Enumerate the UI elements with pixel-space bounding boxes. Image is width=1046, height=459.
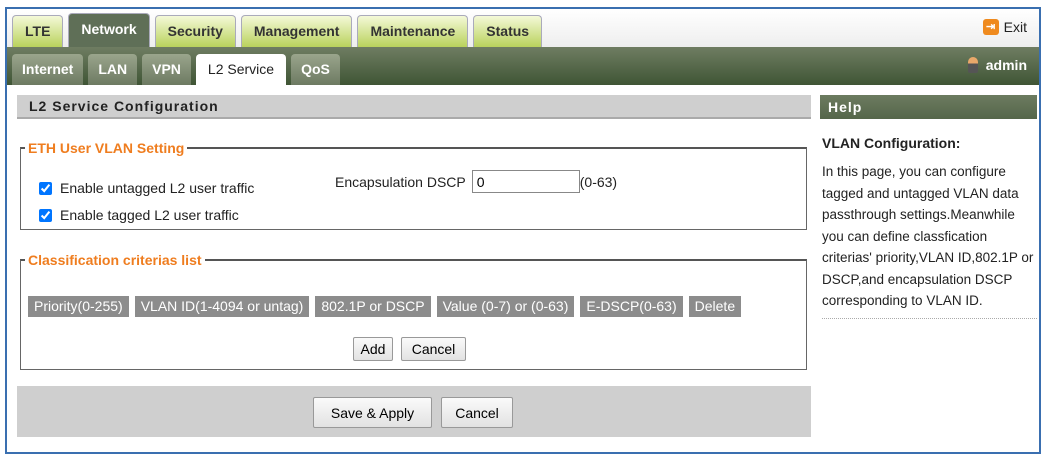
subtab-lan[interactable]: LAN <box>88 54 138 85</box>
dscp-range: (0-63) <box>579 173 618 190</box>
criteria-legend: Classification criterias list <box>28 252 202 268</box>
user-indicator: admin <box>967 57 1027 73</box>
eth-vlan-fieldset: ETH User VLAN Setting Enable untagged L2… <box>20 140 807 230</box>
sub-nav-bar: Internet LAN VPN L2 Service QoS admin <box>7 47 1039 85</box>
tab-status[interactable]: Status <box>473 15 543 47</box>
subtab-l2-service[interactable]: L2 Service <box>195 54 287 85</box>
tab-security[interactable]: Security <box>154 15 236 47</box>
exit-link[interactable]: ⇥ Exit <box>982 19 1027 35</box>
router-admin-page: LTE Network Security Management Maintena… <box>5 7 1041 454</box>
col-value: Value (0-7) or (0-63) <box>436 296 575 317</box>
dscp-label: Encapsulation DSCP <box>335 173 466 190</box>
subtab-qos[interactable]: QoS <box>291 54 340 85</box>
untagged-option[interactable]: Enable untagged L2 user traffic <box>39 180 254 196</box>
eth-vlan-legend: ETH User VLAN Setting <box>28 140 185 156</box>
subtab-vpn[interactable]: VPN <box>142 54 191 85</box>
main-tabs: LTE Network Security Management Maintena… <box>12 13 543 47</box>
help-panel: Help VLAN Configuration: In this page, y… <box>820 95 1037 319</box>
subtab-internet[interactable]: Internet <box>12 54 84 85</box>
criteria-fieldset: Classification criterias list Priority(0… <box>20 252 807 370</box>
tagged-option[interactable]: Enable tagged L2 user traffic <box>39 207 239 223</box>
exit-label: Exit <box>1003 19 1027 35</box>
tab-management[interactable]: Management <box>240 15 353 47</box>
help-title: Help <box>820 95 1037 119</box>
cancel-button[interactable]: Cancel <box>441 397 513 428</box>
untagged-label: Enable untagged L2 user traffic <box>60 180 255 196</box>
criteria-cancel-button[interactable]: Cancel <box>401 337 466 361</box>
exit-icon: ⇥ <box>982 19 999 35</box>
page-title: L2 Service Configuration <box>17 95 811 119</box>
help-heading: VLAN Configuration: <box>822 135 961 151</box>
help-text: In this page, you can configure tagged a… <box>822 161 1037 319</box>
user-icon <box>967 57 978 73</box>
col-delete: Delete <box>688 296 742 317</box>
col-8021p-dscp: 802.1P or DSCP <box>315 296 431 317</box>
tagged-checkbox[interactable] <box>39 208 52 222</box>
col-e-dscp: E-DSCP(0-63) <box>580 296 683 317</box>
tab-lte[interactable]: LTE <box>12 15 64 47</box>
add-button[interactable]: Add <box>353 337 393 361</box>
top-bar: LTE Network Security Management Maintena… <box>7 9 1039 47</box>
encapsulation-dscp-row: Encapsulation DSCP (0-63) <box>335 170 617 193</box>
config-panel: L2 Service Configuration ETH User VLAN S… <box>17 95 811 437</box>
save-apply-button[interactable]: Save & Apply <box>313 397 432 428</box>
tab-maintenance[interactable]: Maintenance <box>357 15 469 47</box>
username: admin <box>985 57 1027 73</box>
untagged-checkbox[interactable] <box>39 181 52 195</box>
col-priority: Priority(0-255) <box>28 296 129 317</box>
tab-network[interactable]: Network <box>68 13 150 47</box>
sub-tabs: Internet LAN VPN L2 Service QoS <box>12 54 340 85</box>
tagged-label: Enable tagged L2 user traffic <box>60 207 239 223</box>
dscp-input[interactable] <box>471 170 580 193</box>
action-bar: Save & Apply Cancel <box>17 386 811 437</box>
col-vlan-id: VLAN ID(1-4094 or untag) <box>134 296 310 317</box>
criteria-table-header: Priority(0-255) VLAN ID(1-4094 or untag)… <box>28 296 742 317</box>
